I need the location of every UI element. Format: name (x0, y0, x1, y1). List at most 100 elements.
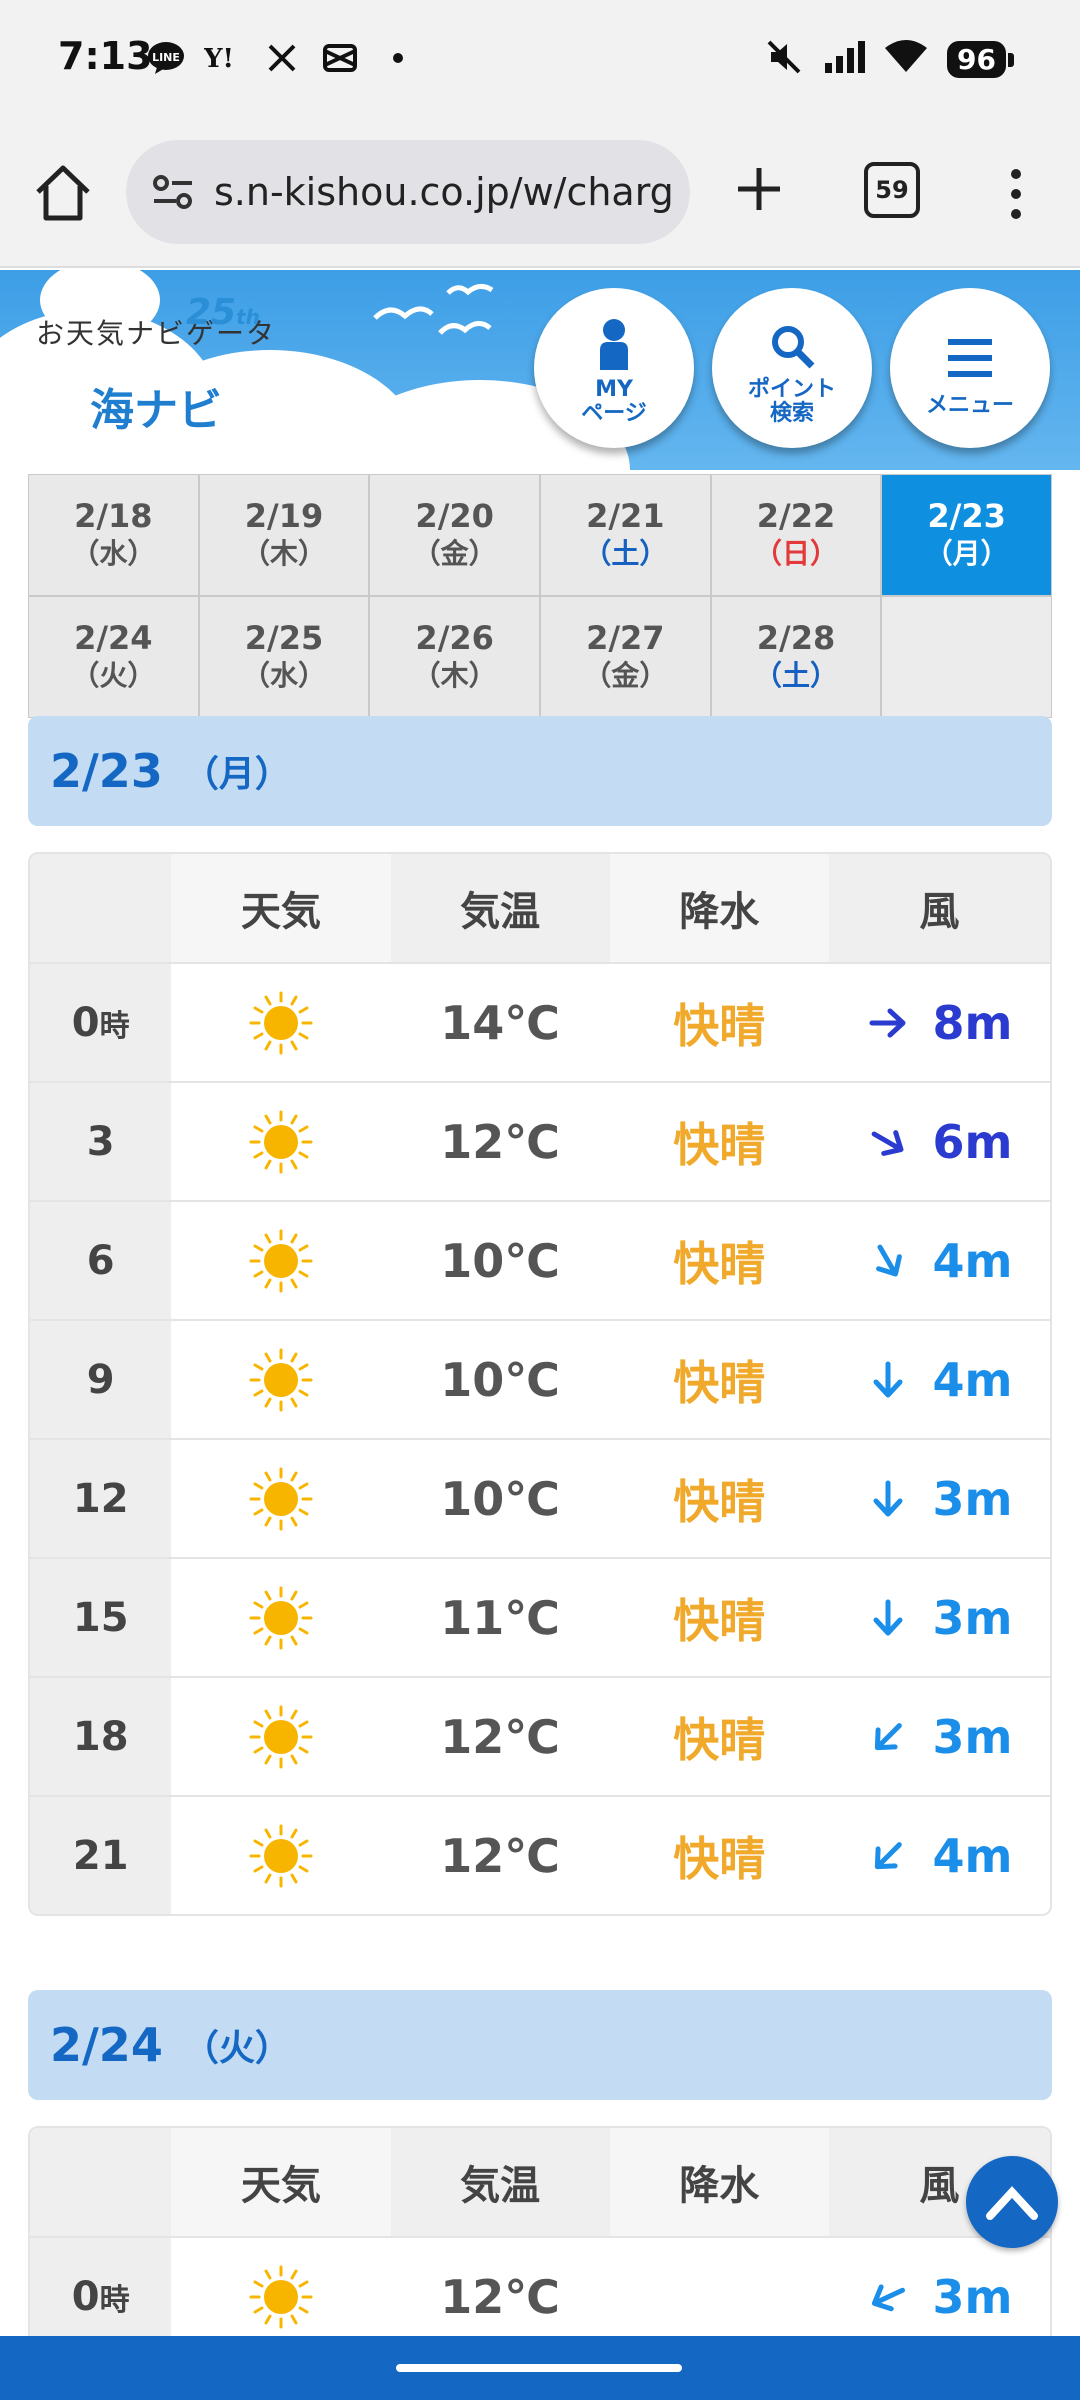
temperature-cell: 10℃ (440, 1471, 560, 1526)
date-tab-weekday: （木） (412, 659, 497, 692)
table-row: 15 11℃ 快晴 3m (30, 1557, 1050, 1676)
wind-speed: 3m (932, 1709, 1013, 1764)
header-temp: 気温 (460, 889, 541, 935)
point-search-label-2: 検索 (769, 401, 814, 426)
wind-speed: 4m (932, 1828, 1013, 1883)
day-header-weekday: （月） (182, 754, 291, 795)
table-row: 3 12℃ 快晴 6m (30, 1081, 1050, 1200)
logo-25th: 25th (186, 292, 260, 333)
weather-cell (171, 1678, 390, 1795)
date-tab[interactable]: 2/20 （金） (370, 475, 539, 595)
date-tab[interactable]: 2/25 （水） (199, 597, 369, 717)
date-tab-weekday: （金） (412, 537, 497, 570)
wind-cell: 3m (829, 1678, 1050, 1795)
date-tab[interactable]: 2/21 （土） (541, 475, 710, 595)
hour-cell: 18 (30, 1678, 172, 1795)
date-tab-date: 2/20 (415, 497, 494, 535)
new-tab-button[interactable] (728, 158, 790, 220)
hour-value: 12 (72, 1475, 129, 1522)
date-tab[interactable]: 2/27 （金） (541, 597, 710, 717)
hour-unit: 時 (99, 1008, 130, 1044)
logo-umi-navi[interactable]: 海ナビ (90, 374, 222, 438)
wind-speed: 6m (932, 1114, 1013, 1169)
sunny-icon (249, 1110, 313, 1173)
weather-cell (171, 1559, 390, 1676)
temperature-cell: 11℃ (440, 1590, 560, 1645)
header-hour (30, 2128, 171, 2236)
date-tab[interactable]: 2/19 （木） (199, 475, 369, 595)
date-tab-date: 2/21 (586, 497, 665, 535)
header-temp: 気温 (460, 2163, 541, 2209)
precipitation-cell: 快晴 (673, 1117, 766, 1172)
date-tab[interactable]: 2/28 （土） (711, 597, 881, 717)
wind-arrow-icon (872, 1129, 904, 1156)
signal-icon (823, 39, 866, 79)
home-button[interactable] (30, 160, 96, 226)
hour-value: 9 (86, 1356, 115, 1403)
precipitation-cell: 快晴 (673, 1593, 766, 1648)
back-to-top-button[interactable] (966, 2156, 1058, 2248)
day-header: 2/23 （月） (28, 716, 1052, 826)
menu-button[interactable]: メニュー (890, 288, 1050, 448)
point-search-button[interactable]: ポイント 検索 (712, 288, 872, 448)
table-row: 21 12℃ 快晴 4m (30, 1795, 1050, 1914)
header-precip: 降水 (609, 854, 829, 962)
capcut-icon (320, 38, 360, 78)
day-header-weekday: （火） (182, 2028, 291, 2069)
table-header-row: 天気 気温 降水風 (30, 2128, 1050, 2236)
url-text[interactable]: s.n-kishou.co.jp/w/charg (214, 170, 674, 214)
day-header: 2/24 （火） (28, 1990, 1052, 2100)
hour-value: 6 (86, 1237, 115, 1284)
plus-icon (738, 168, 780, 210)
wind-arrow-icon (873, 1361, 903, 1397)
wind-arrow-icon (875, 1841, 903, 1869)
forecast-table: 天気 気温 降水風 0 時 12℃ 3m (28, 2126, 1052, 2357)
date-tab-weekday: （火） (71, 659, 156, 692)
more-menu-button[interactable] (1000, 164, 1032, 224)
hour-cell: 0時 (30, 964, 172, 1081)
point-search-label-1: ポイント (747, 377, 836, 402)
wind-cell: 6m (829, 1083, 1050, 1200)
wind-arrow-icon (872, 2283, 906, 2311)
yahoo-icon: Y! (204, 38, 244, 78)
wind-speed: 3m (932, 1471, 1013, 1526)
address-bar[interactable]: s.n-kishou.co.jp/w/charg (126, 140, 690, 244)
wind-arrow-icon (876, 1244, 903, 1276)
wind-arrow-icon (875, 1722, 903, 1750)
date-tab-date: 2/25 (244, 619, 324, 657)
wind-speed: 3m (932, 1590, 1013, 1645)
date-tab[interactable]: 2/18 （水） (29, 475, 198, 595)
gesture-handle[interactable] (396, 2364, 682, 2372)
hour-unit: 時 (99, 2282, 130, 2318)
table-row: 18 12℃ 快晴 3m (30, 1676, 1050, 1795)
wind-cell: 3m (829, 1440, 1050, 1557)
date-tab-date: 2/18 (74, 497, 153, 535)
sunny-icon (249, 991, 313, 1054)
date-tab[interactable]: 2/22 （日） (711, 475, 881, 595)
sunny-icon (249, 1467, 313, 1530)
sunny-icon (249, 1705, 313, 1768)
precipitation-cell: 快晴 (673, 1474, 766, 1529)
date-tab-weekday: （木） (241, 537, 326, 570)
date-tab[interactable]: 2/26 （木） (370, 597, 539, 717)
date-tab-weekday: （月） (924, 537, 1009, 570)
x-icon (262, 38, 302, 78)
my-page-label-1: MY (595, 377, 633, 402)
my-page-label-2: ページ (581, 401, 647, 426)
temperature-cell: 10℃ (440, 1352, 560, 1407)
tab-switcher-button[interactable]: 59 (864, 162, 920, 218)
table-row: 6 10℃ 快晴 4m (30, 1200, 1050, 1319)
system-icons: 96 (765, 38, 1014, 80)
date-tab[interactable]: 2/23 （月） (882, 475, 1051, 595)
wind-cell: 3m (829, 1559, 1050, 1676)
site-settings-icon[interactable] (148, 167, 198, 217)
date-tab[interactable]: 2/24 （火） (29, 597, 198, 717)
svg-text:LINE: LINE (152, 51, 180, 64)
mute-icon (765, 38, 803, 80)
precipitation-cell: 快晴 (673, 998, 766, 1053)
wind-arrow-icon (869, 1008, 906, 1037)
header-weather: 天気 (171, 2128, 391, 2236)
date-tab-date: 2/27 (586, 619, 665, 657)
my-page-button[interactable]: MY ページ (534, 288, 694, 448)
table-row: 0 時 14℃ 快晴 8m (30, 962, 1050, 1081)
